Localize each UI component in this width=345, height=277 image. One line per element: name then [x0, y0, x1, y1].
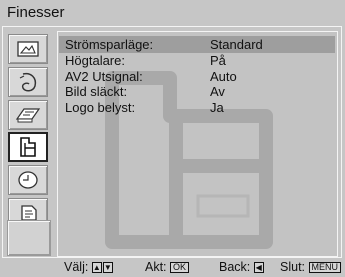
- picture-icon: [17, 41, 39, 57]
- menu-key-icon: MENU: [308, 262, 341, 273]
- setting-value: Ja: [210, 99, 224, 115]
- back-hint: Back: ◀: [219, 258, 265, 277]
- left-arrow-icon: ◀: [253, 262, 264, 273]
- down-arrow-icon: ▼: [102, 262, 113, 273]
- setting-value: Av: [210, 84, 225, 99]
- select-hint: Välj: ▲ ▼: [64, 258, 114, 277]
- setting-value: På: [210, 53, 226, 68]
- exit-label: Slut:: [280, 260, 306, 274]
- sound-icon: [19, 72, 37, 92]
- setting-row-speaker[interactable]: Högtalare: På: [65, 53, 335, 69]
- setting-row-power-saving[interactable]: Strömsparläge: Standard: [65, 36, 335, 53]
- exit-hint: Slut: MENU: [280, 258, 341, 277]
- empty-menu-slot: [7, 220, 51, 256]
- set-label: Akt:: [145, 260, 167, 274]
- setting-label: AV2 Utsignal:: [65, 68, 143, 84]
- up-arrow-icon: ▲: [91, 262, 102, 273]
- setting-row-av2-output[interactable]: AV2 Utsignal: Auto: [65, 69, 335, 85]
- setting-label: Högtalare:: [65, 53, 125, 68]
- setup-icon: [18, 171, 38, 189]
- setting-label: Logo belyst:: [65, 99, 136, 115]
- menu-sidebar: [4, 28, 53, 256]
- setting-row-logo-light[interactable]: Logo belyst: Ja: [65, 100, 335, 116]
- setting-label: Strömsparläge:: [65, 37, 154, 52]
- screen-control-icon: [15, 108, 41, 123]
- setting-label: Bild släckt:: [65, 84, 128, 99]
- picture-menu-button[interactable]: [8, 34, 48, 64]
- features-icon: [20, 137, 36, 157]
- setup-menu-button[interactable]: [8, 165, 48, 195]
- features-menu-button[interactable]: [8, 132, 48, 162]
- ok-key-icon: OK: [170, 262, 190, 273]
- settings-list: Strömsparläge: Standard Högtalare: På AV…: [65, 36, 335, 115]
- screen-control-menu-button[interactable]: [8, 100, 48, 130]
- setting-value: Standard: [210, 37, 263, 52]
- menu-title: Finesser: [7, 4, 65, 21]
- setting-value: Auto: [210, 68, 237, 84]
- select-label: Välj:: [64, 260, 89, 274]
- set-hint: Akt: OK: [145, 258, 190, 277]
- back-label: Back:: [219, 260, 251, 274]
- footer-help-bar: Välj: ▲ ▼ Akt: OK Back: ◀ Slut: MENU: [0, 258, 345, 277]
- sound-menu-button[interactable]: [8, 67, 48, 97]
- setting-row-picture-off[interactable]: Bild släckt: Av: [65, 84, 335, 100]
